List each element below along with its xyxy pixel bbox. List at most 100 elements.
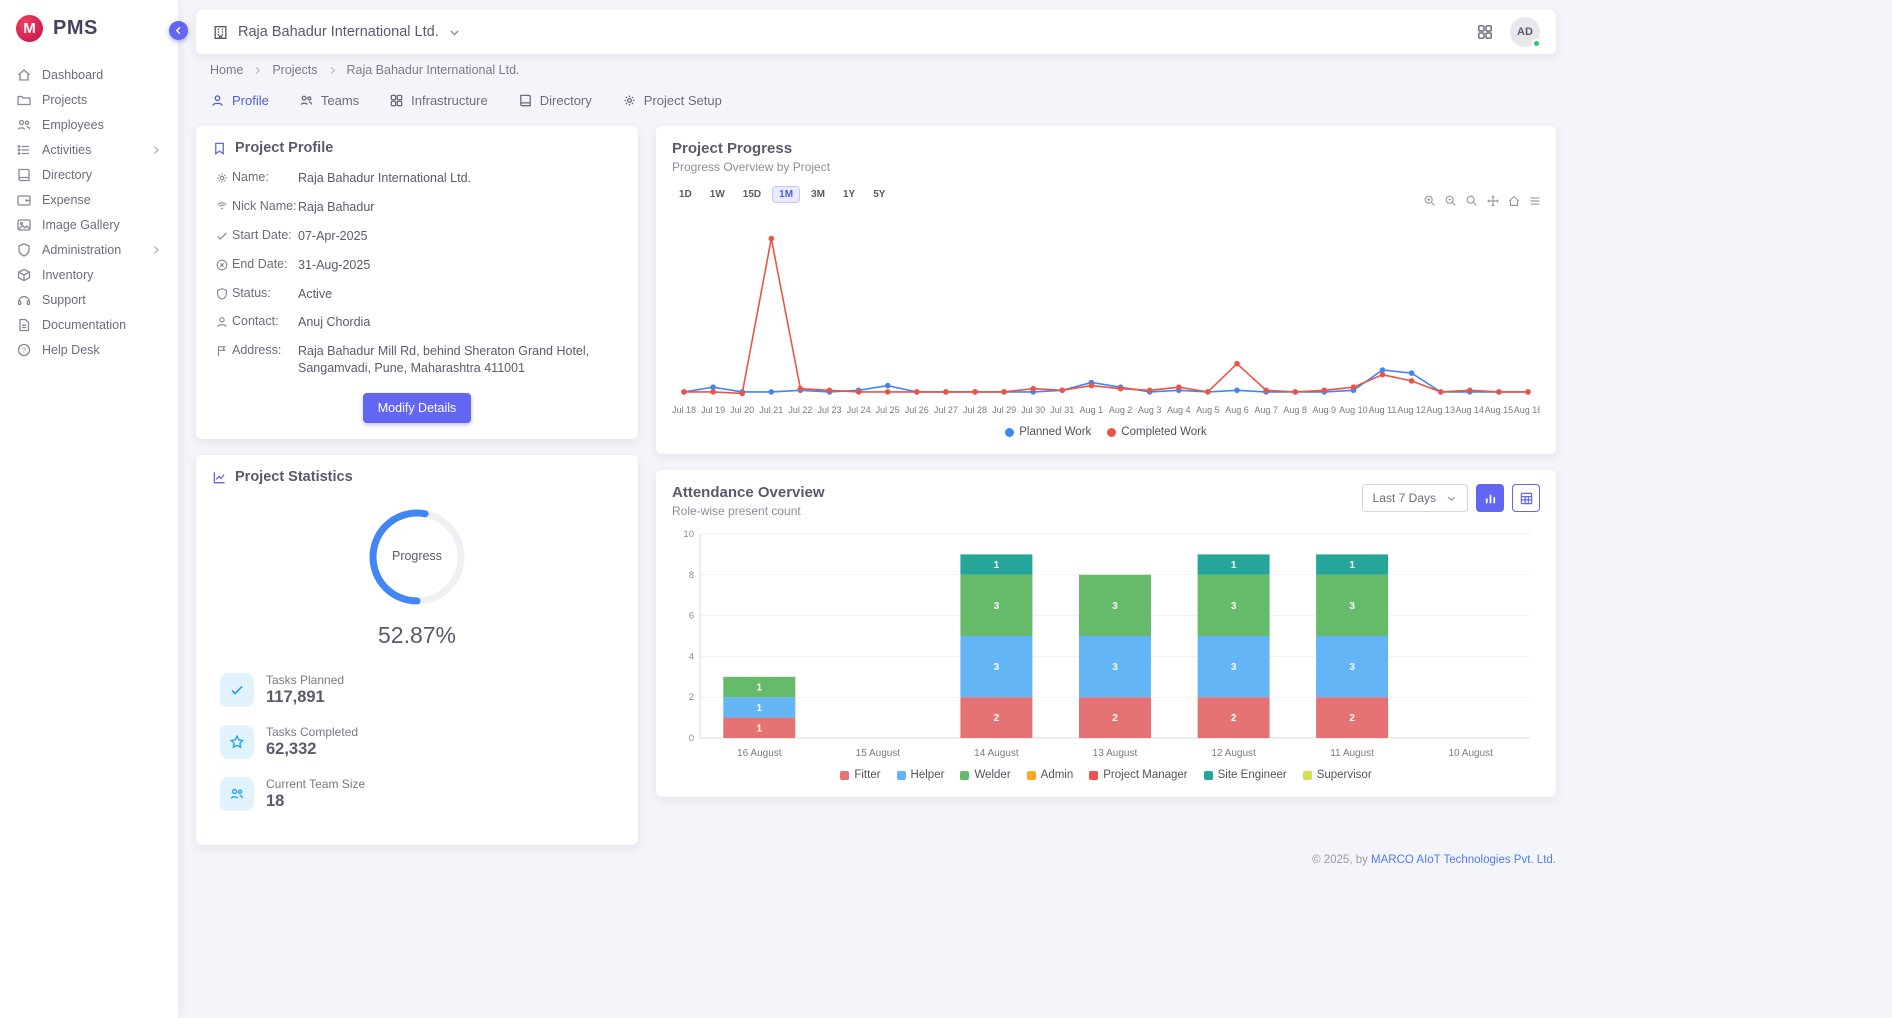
attendance-chart[interactable]: 024681011116 August15 August233114 Augus…	[672, 524, 1540, 767]
footer-company-link[interactable]: MARCO AIoT Technologies Pvt. Ltd.	[1371, 854, 1556, 866]
sidebar-collapse-button[interactable]	[169, 21, 188, 40]
legend-item[interactable]: Helper	[897, 769, 945, 781]
tab-directory[interactable]: Directory	[518, 89, 592, 112]
zoom-in-icon[interactable]	[1423, 194, 1437, 208]
sidebar-item-support[interactable]: Support	[0, 287, 178, 312]
range-1d-button[interactable]: 1D	[672, 186, 699, 203]
main-area: Raja Bahadur International Ltd. AD Home …	[178, 0, 1892, 1018]
breadcrumb-separator-icon	[327, 65, 338, 76]
legend-item[interactable]: Supervisor	[1303, 769, 1372, 781]
table-view-toggle-button[interactable]	[1512, 484, 1540, 512]
svg-text:Aug 15: Aug 15	[1485, 405, 1514, 415]
field-value: 07-Apr-2025	[298, 228, 368, 245]
svg-text:Aug 6: Aug 6	[1225, 405, 1249, 415]
zoom-select-icon[interactable]	[1465, 194, 1479, 208]
field-label: End Date:	[232, 257, 298, 271]
sidebar-item-activities[interactable]: Activities	[0, 137, 178, 162]
sidebar-item-label: Support	[42, 293, 86, 307]
breadcrumb-home[interactable]: Home	[210, 63, 243, 77]
tab-teams[interactable]: Teams	[299, 89, 359, 112]
card-title: Project Progress	[672, 140, 1540, 157]
legend-item[interactable]: Site Engineer	[1204, 769, 1287, 781]
svg-text:Jul 31: Jul 31	[1050, 405, 1074, 415]
stat-current-team-size: Current Team Size 18	[220, 777, 622, 811]
range-1m-button[interactable]: 1M	[772, 186, 800, 203]
sidebar-item-documentation[interactable]: Documentation	[0, 312, 178, 337]
tab-label: Project Setup	[644, 93, 722, 108]
card-subtitle: Progress Overview by Project	[672, 160, 1540, 174]
legend-item[interactable]: Fitter	[840, 769, 880, 781]
tab-bar: Profile Teams Infrastructure Directory P…	[196, 89, 1556, 112]
sidebar-item-employees[interactable]: Employees	[0, 112, 178, 137]
progress-chart-legend: Planned Work Completed Work	[672, 426, 1540, 438]
svg-text:13 August: 13 August	[1093, 748, 1138, 759]
svg-text:3: 3	[1112, 601, 1118, 612]
project-progress-card: Project Progress Progress Overview by Pr…	[656, 126, 1556, 454]
field-value: 31-Aug-2025	[298, 257, 370, 274]
svg-text:Jul 23: Jul 23	[817, 405, 841, 415]
sidebar-item-help-desk[interactable]: ? Help Desk	[0, 337, 178, 362]
date-range-select[interactable]: Last 7 Days	[1362, 484, 1468, 512]
svg-text:Jul 29: Jul 29	[992, 405, 1016, 415]
range-3m-button[interactable]: 3M	[804, 186, 832, 203]
tab-project-setup[interactable]: Project Setup	[622, 89, 722, 112]
range-1y-button[interactable]: 1Y	[836, 186, 862, 203]
sidebar-item-expense[interactable]: Expense	[0, 187, 178, 212]
check-icon	[220, 673, 254, 707]
apps-grid-icon[interactable]	[1476, 23, 1494, 41]
pan-icon[interactable]	[1486, 194, 1500, 208]
field-start-date: Start Date: 07-Apr-2025	[212, 228, 622, 245]
sidebar-item-label: Activities	[42, 143, 91, 157]
range-15d-button[interactable]: 15D	[736, 186, 768, 203]
menu-icon[interactable]	[1528, 194, 1542, 208]
svg-text:Aug 11: Aug 11	[1369, 405, 1397, 415]
svg-text:1: 1	[757, 723, 763, 734]
wallet-icon	[16, 192, 32, 208]
svg-text:Jul 22: Jul 22	[788, 405, 812, 415]
chevron-right-icon	[150, 144, 162, 156]
tab-infrastructure[interactable]: Infrastructure	[389, 89, 488, 112]
user-avatar[interactable]: AD	[1510, 17, 1540, 47]
time-range-selector: 1D 1W 15D 1M 3M 1Y 5Y	[672, 186, 1540, 203]
sidebar-item-directory[interactable]: Directory	[0, 162, 178, 187]
date-range-value: Last 7 Days	[1373, 491, 1436, 505]
reset-home-icon[interactable]	[1507, 194, 1521, 208]
svg-text:Aug 2: Aug 2	[1109, 405, 1133, 415]
company-name: Raja Bahadur International Ltd.	[238, 24, 439, 40]
sidebar-item-dashboard[interactable]: Dashboard	[0, 62, 178, 87]
modify-details-button[interactable]: Modify Details	[363, 393, 472, 423]
svg-text:Aug 13: Aug 13	[1426, 405, 1455, 415]
legend-item[interactable]: Completed Work	[1107, 426, 1206, 438]
tab-label: Profile	[232, 93, 269, 108]
range-5y-button[interactable]: 5Y	[866, 186, 892, 203]
legend-item[interactable]: Project Manager	[1089, 769, 1187, 781]
legend-item[interactable]: Welder	[960, 769, 1010, 781]
book-icon	[16, 167, 32, 183]
svg-text:Jul 24: Jul 24	[847, 405, 871, 415]
legend-item[interactable]: Admin	[1027, 769, 1074, 781]
field-value: Raja Bahadur International Ltd.	[298, 170, 471, 187]
stat-label: Tasks Completed	[266, 725, 358, 739]
sidebar-item-projects[interactable]: Projects	[0, 87, 178, 112]
users-icon	[299, 93, 314, 108]
range-1w-button[interactable]: 1W	[703, 186, 732, 203]
bookmark-icon	[212, 141, 227, 156]
zoom-out-icon[interactable]	[1444, 194, 1458, 208]
image-icon	[16, 217, 32, 233]
legend-item[interactable]: Planned Work	[1005, 426, 1091, 438]
svg-text:Aug 8: Aug 8	[1283, 405, 1307, 415]
sidebar-item-inventory[interactable]: Inventory	[0, 262, 178, 287]
sidebar-item-administration[interactable]: Administration	[0, 237, 178, 262]
project-progress-chart[interactable]: Jul 18Jul 19Jul 20Jul 21Jul 22Jul 23Jul …	[672, 209, 1540, 424]
sidebar-item-image-gallery[interactable]: Image Gallery	[0, 212, 178, 237]
breadcrumb-projects[interactable]: Projects	[272, 63, 317, 77]
question-icon: ?	[16, 342, 32, 358]
chart-view-toggle-button[interactable]	[1476, 484, 1504, 512]
x-circle-icon	[212, 258, 232, 272]
tab-profile[interactable]: Profile	[210, 89, 269, 112]
chart-line-icon	[212, 470, 227, 485]
company-selector[interactable]: Raja Bahadur International Ltd.	[212, 24, 461, 41]
chevron-left-icon	[173, 25, 184, 36]
svg-text:0: 0	[689, 733, 694, 744]
app-logo[interactable]: M PMS	[0, 0, 178, 56]
